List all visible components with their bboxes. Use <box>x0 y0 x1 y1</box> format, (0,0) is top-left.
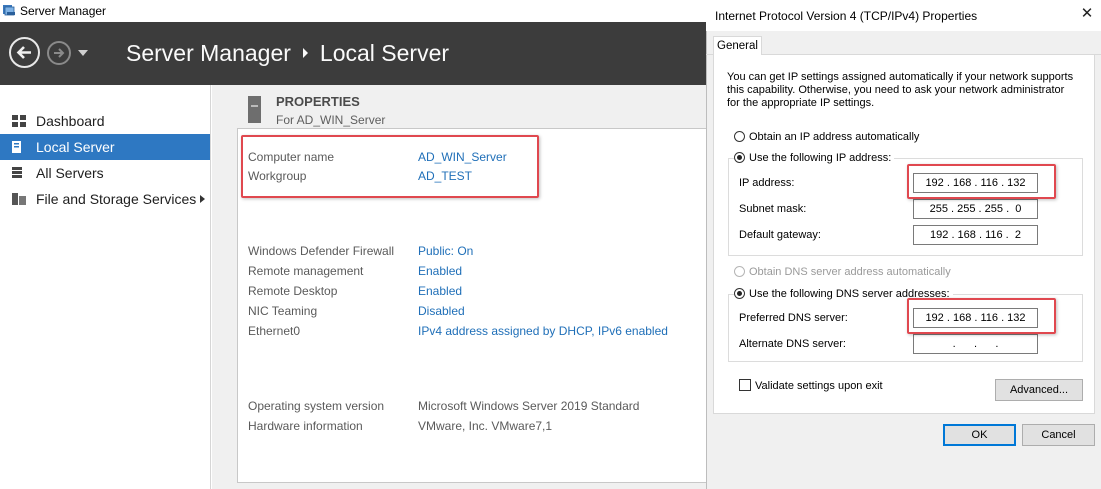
alternate-dns-field[interactable]: . . . <box>913 334 1038 354</box>
sidebar-item-label: Dashboard <box>36 113 105 129</box>
file-storage-icon <box>12 193 26 205</box>
sidebar-item-all-servers[interactable]: All Servers <box>0 160 210 186</box>
all-servers-icon <box>12 167 26 179</box>
property-key: Remote management <box>248 264 364 278</box>
preferred-dns-label: Preferred DNS server: <box>739 312 848 324</box>
firewall-link[interactable]: Public: On <box>418 244 473 258</box>
dialog-titlebar: Internet Protocol Version 4 (TCP/IPv4) P… <box>706 0 1101 31</box>
radio-button[interactable] <box>734 288 745 299</box>
radio-button[interactable] <box>734 152 745 163</box>
default-gateway-label: Default gateway: <box>739 229 821 241</box>
tab-general[interactable]: General <box>713 36 762 56</box>
sidebar: Dashboard Local Server All Servers File … <box>0 85 211 489</box>
breadcrumb: Server Manager Local Server <box>126 40 449 67</box>
dialog-border <box>706 0 707 489</box>
dialog-title: Internet Protocol Version 4 (TCP/IPv4) P… <box>715 9 978 23</box>
local-server-icon <box>12 141 21 153</box>
breadcrumb-app[interactable]: Server Manager <box>126 40 291 66</box>
sidebar-item-dashboard[interactable]: Dashboard <box>0 108 210 134</box>
forward-button[interactable] <box>47 41 71 65</box>
property-value: Microsoft Windows Server 2019 Standard <box>418 399 640 413</box>
checkbox[interactable] <box>739 379 751 391</box>
property-value: VMware, Inc. VMware7,1 <box>418 419 553 433</box>
radio-obtain-ip-auto[interactable]: Obtain an IP address automatically <box>734 131 919 143</box>
dashboard-icon <box>12 115 26 127</box>
preferred-dns-field[interactable]: 192 . 168 . 116 . 132 <box>913 308 1038 328</box>
history-dropdown-icon[interactable] <box>78 50 88 56</box>
nic-teaming-link[interactable]: Disabled <box>418 304 465 318</box>
properties-title: PROPERTIES <box>276 94 360 109</box>
alternate-dns-label: Alternate DNS server: <box>739 338 846 350</box>
properties-subtitle: For AD_WIN_Server <box>276 113 386 127</box>
sidebar-item-local-server[interactable]: Local Server <box>0 134 210 160</box>
sidebar-item-file-storage[interactable]: File and Storage Services <box>0 186 210 212</box>
workgroup-link[interactable]: AD_TEST <box>418 169 472 183</box>
remote-management-link[interactable]: Enabled <box>418 264 462 278</box>
radio-label: Obtain an IP address automatically <box>749 131 920 143</box>
back-button[interactable] <box>9 37 40 68</box>
checkbox-label: Validate settings upon exit <box>755 380 883 392</box>
ip-address-field[interactable]: 192 . 168 . 116 . 132 <box>913 173 1038 193</box>
ip-address-label: IP address: <box>739 177 795 189</box>
cancel-button[interactable]: Cancel <box>1022 424 1095 446</box>
header-bar: Server Manager Local Server <box>0 22 706 85</box>
radio-use-following-ip[interactable]: Use the following IP address: <box>734 152 895 164</box>
server-manager-window: Server Manager Server Manager Local Serve… <box>0 0 706 489</box>
breadcrumb-separator-icon <box>302 48 308 59</box>
property-key: Remote Desktop <box>248 284 338 298</box>
radio-label: Use the following DNS server addresses: <box>749 288 950 300</box>
property-key: Workgroup <box>248 169 307 183</box>
radio-use-following-dns[interactable]: Use the following DNS server addresses: <box>734 288 953 300</box>
arrow-left-icon <box>16 46 31 59</box>
remote-desktop-link[interactable]: Enabled <box>418 284 462 298</box>
breadcrumb-page: Local Server <box>319 40 450 66</box>
server-icon <box>248 96 261 123</box>
window-title: Server Manager <box>20 4 107 18</box>
ok-button[interactable]: OK <box>943 424 1016 446</box>
property-key: NIC Teaming <box>248 304 318 318</box>
intro-text: You can get IP settings assigned automat… <box>727 71 1074 109</box>
property-key: Operating system version <box>248 399 385 413</box>
radio-label: Use the following IP address: <box>749 152 892 164</box>
ipv4-properties-dialog: Internet Protocol Version 4 (TCP/IPv4) P… <box>706 0 1101 489</box>
property-key: Ethernet0 <box>248 324 301 338</box>
property-key: Hardware information <box>248 419 363 433</box>
chevron-right-icon[interactable] <box>200 195 205 203</box>
default-gateway-field[interactable]: 192 . 168 . 116 . 2 <box>913 225 1038 245</box>
subnet-mask-field[interactable]: 255 . 255 . 255 . 0 <box>913 199 1038 219</box>
sidebar-item-label: All Servers <box>36 165 104 181</box>
sidebar-item-label: File and Storage Services <box>36 191 197 207</box>
computer-name-link[interactable]: AD_WIN_Server <box>418 150 507 164</box>
property-key: Windows Defender Firewall <box>248 244 395 258</box>
arrow-right-icon <box>54 48 65 58</box>
property-key: Computer name <box>248 150 335 164</box>
subnet-mask-label: Subnet mask: <box>739 203 807 215</box>
ethernet0-link[interactable]: IPv4 address assigned by DHCP, IPv6 enab… <box>418 324 668 338</box>
radio-button[interactable] <box>734 266 745 277</box>
radio-obtain-dns-auto[interactable]: Obtain DNS server address automatically <box>734 266 951 278</box>
server-manager-app-icon <box>3 5 15 16</box>
validate-settings-checkbox[interactable]: Validate settings upon exit <box>739 379 883 392</box>
sidebar-item-label: Local Server <box>36 139 115 155</box>
radio-button[interactable] <box>734 131 745 142</box>
close-icon[interactable]: ✕ <box>1077 4 1097 24</box>
window-titlebar: Server Manager <box>0 0 706 22</box>
advanced-button[interactable]: Advanced... <box>995 379 1083 401</box>
radio-label: Obtain DNS server address automatically <box>749 266 951 278</box>
